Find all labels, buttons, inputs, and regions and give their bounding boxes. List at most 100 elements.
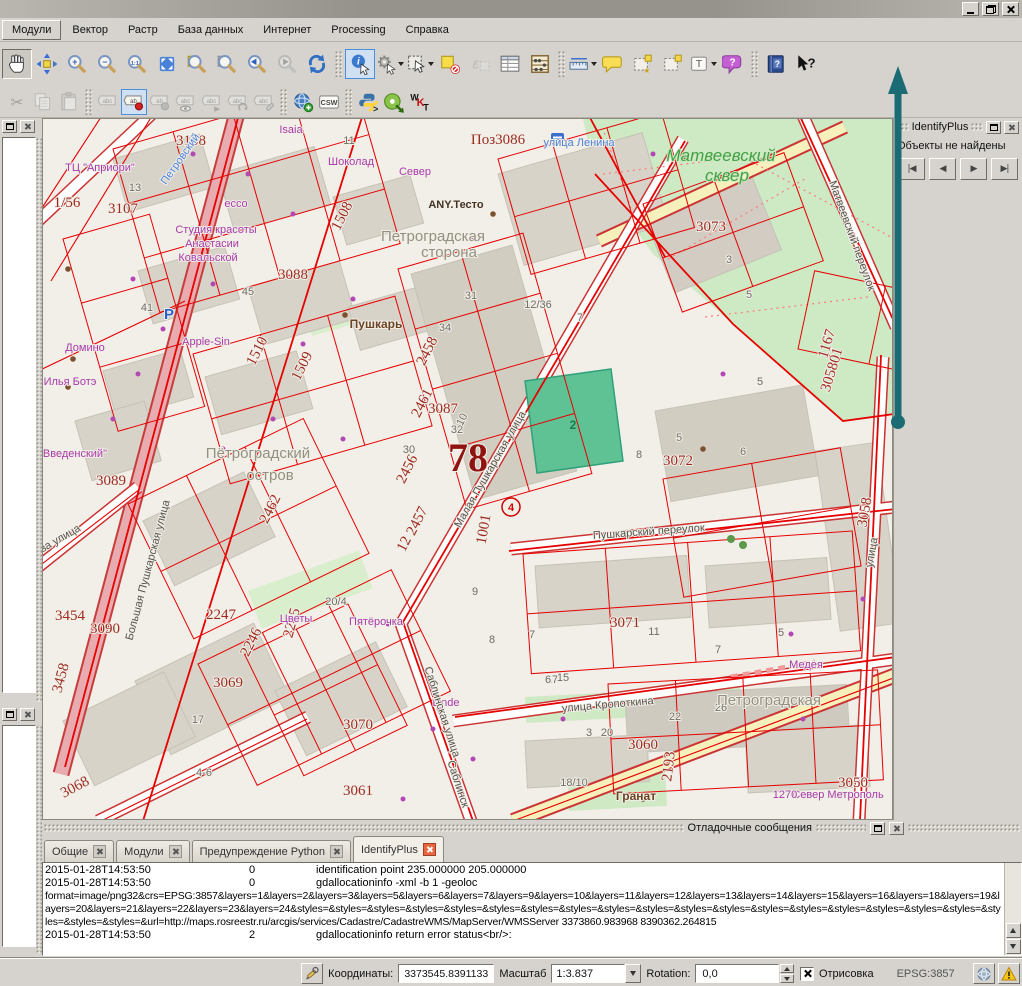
restore-button[interactable] [982, 2, 999, 16]
zoom-full-button[interactable] [152, 49, 182, 79]
spin-down-button[interactable] [780, 974, 794, 983]
tab-1[interactable]: Модули [116, 840, 189, 862]
messages-warning-button[interactable] [998, 963, 1020, 984]
menu-item-6[interactable]: Справка [397, 21, 458, 39]
coordinates-field[interactable]: 3373545.8391133 [398, 964, 494, 983]
identify-button[interactable]: i [345, 49, 375, 79]
menu-item-2[interactable]: Растр [119, 21, 167, 39]
menu-item-0[interactable]: Модули [2, 20, 61, 40]
label-pin-button[interactable]: ab [147, 89, 173, 115]
rotation-value[interactable]: 0,0 [695, 964, 779, 983]
menu-item-3[interactable]: База данных [169, 21, 253, 39]
python-console-button[interactable]: > [355, 89, 381, 115]
tab-close-button[interactable] [169, 845, 182, 858]
tab-2[interactable]: Предупреждение Python [192, 840, 351, 862]
deselect-features-button[interactable] [435, 49, 465, 79]
left-dock-panel[interactable] [2, 725, 36, 947]
help-contents-button[interactable]: ? [761, 49, 791, 79]
panel-grip[interactable] [971, 123, 983, 131]
measure-button[interactable] [568, 49, 598, 79]
menu-item-4[interactable]: Интернет [254, 21, 320, 39]
nav-next-button[interactable]: ▶ [960, 158, 987, 180]
identifyplus-button[interactable]: ? [718, 49, 748, 79]
zoom-to-layer-button[interactable] [212, 49, 242, 79]
scale-value[interactable]: 1:3.837 [551, 964, 625, 983]
map-canvas[interactable]: 310831071/563088Поз308630733087307230893… [42, 118, 893, 820]
zoom-to-selection-button[interactable] [182, 49, 212, 79]
tab-0[interactable]: Общие [44, 840, 114, 862]
dock-grip[interactable] [908, 824, 1020, 832]
panel-float-button[interactable] [986, 121, 1001, 134]
label-rotate-button[interactable]: abc [225, 89, 251, 115]
rotation-spinner[interactable]: 0,0 [695, 964, 794, 983]
zoom-last-button[interactable] [242, 49, 272, 79]
dock-grip[interactable] [44, 824, 684, 832]
dock-close-button[interactable] [20, 120, 35, 133]
show-bookmarks-button[interactable] [658, 49, 688, 79]
dock-float-button[interactable] [2, 708, 17, 721]
labeling-button[interactable]: abc [95, 89, 121, 115]
field-calculator-button[interactable] [525, 49, 555, 79]
metasearch-button[interactable]: CSW [316, 89, 342, 115]
tab-3[interactable]: IdentifyPlus [353, 836, 444, 862]
menu-item-5[interactable]: Processing [322, 21, 394, 39]
nav-last-button[interactable]: ▶| [991, 158, 1018, 180]
new-bookmark-button[interactable]: ★ [628, 49, 658, 79]
log-scrollbar[interactable] [1004, 863, 1021, 955]
refresh-button[interactable] [302, 49, 332, 79]
label-visibility-button[interactable]: abc [173, 89, 199, 115]
scale-dropdown-button[interactable] [625, 964, 641, 983]
scale-combobox[interactable]: 1:3.837 [551, 964, 641, 983]
cut-button[interactable]: ✂ [4, 89, 30, 115]
nav-first-button[interactable]: |◀ [898, 158, 925, 180]
crs-globe-button[interactable] [973, 963, 995, 984]
menu-item-1[interactable]: Вектор [63, 21, 117, 39]
log-code: 0 [208, 864, 296, 877]
panel-grip[interactable] [897, 123, 909, 131]
paste-button[interactable] [56, 89, 82, 115]
scroll-up-button[interactable] [1006, 923, 1021, 938]
copy-button[interactable] [30, 89, 56, 115]
tab-close-button[interactable] [423, 843, 436, 856]
dock-close-button[interactable] [889, 822, 904, 835]
dock-grip[interactable] [816, 824, 866, 832]
select-by-expression-button[interactable]: ε [465, 49, 495, 79]
add-wms-layer-button[interactable] [290, 89, 316, 115]
dock-float-button[interactable] [870, 822, 885, 835]
minimize-button[interactable] [962, 2, 979, 16]
spin-up-button[interactable] [780, 964, 794, 973]
zoom-in-button[interactable]: + [62, 49, 92, 79]
label-pin-red-button[interactable]: ab [121, 89, 147, 115]
window-titlebar [0, 0, 1022, 18]
left-dock-collapsed [0, 118, 42, 706]
whats-this-button[interactable]: ? [791, 49, 821, 79]
qgis-plugin-button[interactable] [381, 89, 407, 115]
run-feature-action-button[interactable] [375, 49, 405, 79]
map-tips-button[interactable] [598, 49, 628, 79]
zoom-next-button[interactable] [272, 49, 302, 79]
tab-close-button[interactable] [330, 845, 343, 858]
select-features-button[interactable] [405, 49, 435, 79]
scroll-down-button[interactable] [1006, 939, 1021, 954]
label-edit-button[interactable]: abc [251, 89, 277, 115]
dock-float-button[interactable] [2, 120, 17, 133]
left-dock-panel[interactable] [2, 137, 36, 693]
toggle-extents-button[interactable] [301, 963, 323, 984]
tab-label: Общие [52, 846, 88, 858]
text-annotation-button[interactable]: T [688, 49, 718, 79]
zoom-out-button[interactable]: − [92, 49, 122, 79]
label-move-button[interactable]: abc [199, 89, 225, 115]
wkt-button[interactable]: WKT [407, 89, 433, 115]
nav-previous-button[interactable]: ◀ [929, 158, 956, 180]
pencil-compass-icon [304, 966, 320, 982]
panel-close-button[interactable] [1004, 121, 1019, 134]
pan-hand-button[interactable] [2, 49, 32, 79]
zoom-actual-button[interactable]: 1:1 [122, 49, 152, 79]
pan-to-selection-button[interactable] [32, 49, 62, 79]
render-checkbox[interactable] [800, 967, 814, 981]
attribute-table-button[interactable] [495, 49, 525, 79]
svg-text:?: ? [807, 55, 815, 70]
dock-close-button[interactable] [20, 708, 35, 721]
close-button[interactable] [1002, 2, 1019, 16]
tab-close-button[interactable] [93, 845, 106, 858]
